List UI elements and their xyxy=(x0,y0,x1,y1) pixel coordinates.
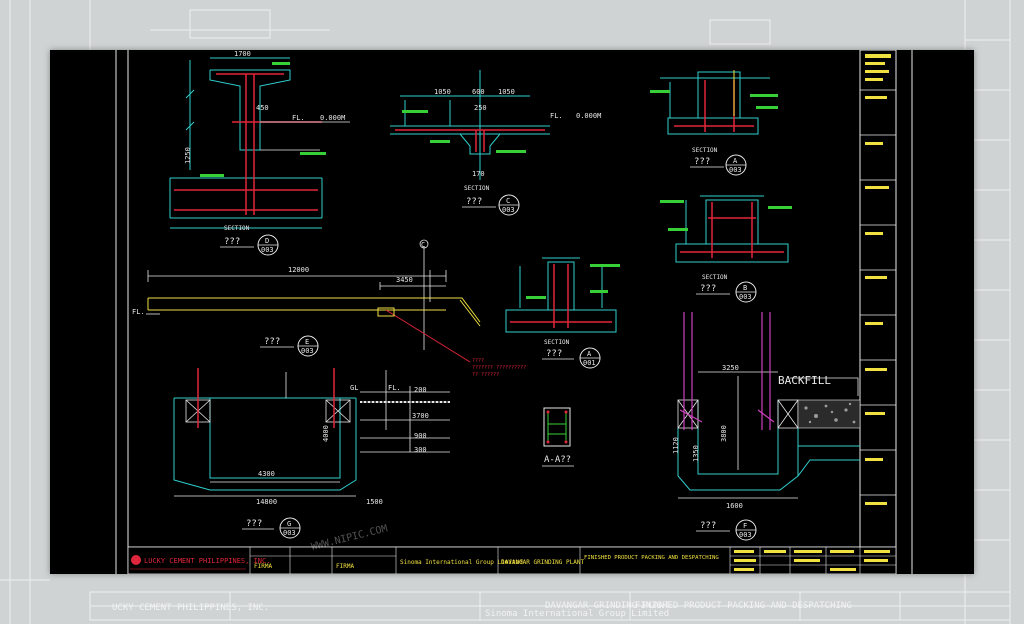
title-block: LUCKY CEMENT PHILIPPINES, INC. FIRMA FIR… xyxy=(127,546,897,574)
dim-3700: 3700 xyxy=(412,412,429,420)
red-note-1: ???? xyxy=(472,358,484,364)
dim-1700: 1700 xyxy=(234,50,251,58)
dim-300: 300 xyxy=(414,446,427,454)
title-cell-2: FIRMA xyxy=(336,563,354,570)
section-g-drawing: GL FL. 200 3700 900 300 4300 4000 14800 … xyxy=(173,368,450,506)
section-g-letter: G xyxy=(287,520,291,528)
section-c-word: SECTION xyxy=(464,185,490,192)
section-a-001-title: SECTION ??? A 001 xyxy=(542,339,601,369)
detail-a-a-label: A-A?? xyxy=(544,455,571,465)
detail-a-a: A-A?? xyxy=(542,407,574,467)
section-d-sheet: 003 xyxy=(261,246,274,254)
dim-1050a: 1050 xyxy=(434,88,451,96)
section-a001-letter: A xyxy=(587,350,592,358)
red-note-3: ?? ?????? xyxy=(472,372,499,378)
fl-label-c: FL. xyxy=(550,112,563,120)
section-b-word: SECTION xyxy=(702,274,728,281)
company-logo xyxy=(131,555,141,565)
dim-1350: 1350 xyxy=(692,445,700,462)
dim-3800: 3800 xyxy=(720,425,728,442)
grid-marker-c: C xyxy=(421,241,425,249)
backfill-label: BACKFILL xyxy=(778,374,831,387)
red-note-2: ??????? ?????????? xyxy=(472,365,526,371)
section-d-title: SECTION ??? D 003 xyxy=(220,225,279,256)
section-a001-word: SECTION xyxy=(544,339,570,346)
section-f-sheet: 003 xyxy=(739,531,752,539)
section-a-upper-title: SECTION ??? A 003 xyxy=(690,147,747,176)
section-f-drawing: BACKFILL 3250 3800 1350 1120 1600 xyxy=(672,312,861,510)
revision-column xyxy=(859,50,897,548)
faded-company-name: UCKY CEMENT PHILIPPINES, INC. xyxy=(112,603,269,613)
dim-1500: 1500 xyxy=(366,498,383,506)
section-c-drawing: 1050 600 1050 250 170 FL. 0.000M xyxy=(390,70,601,180)
fl-label-g: FL. xyxy=(388,384,401,392)
dim-3250: 3250 xyxy=(722,364,739,372)
section-c-sheet: 003 xyxy=(502,206,515,214)
dim-1120: 1120 xyxy=(672,437,680,454)
section-b-drawing xyxy=(660,195,792,263)
section-d-letter: D xyxy=(265,237,269,245)
section-a-word: SECTION xyxy=(692,147,718,154)
section-a-sheet: 003 xyxy=(729,166,742,174)
faded-drawing-title: FINISHED PRODUCT PACKING AND DESPATCHING xyxy=(635,601,852,611)
section-b-title: SECTION ??? B 003 xyxy=(696,274,757,303)
fl-label-e: FL. xyxy=(132,308,145,316)
section-c-letter: C xyxy=(506,197,510,205)
company-name: LUCKY CEMENT PHILIPPINES, INC. xyxy=(144,557,270,565)
section-g-placeholder: ??? xyxy=(246,519,262,529)
section-d-word: SECTION xyxy=(224,225,250,232)
section-e-letter: E xyxy=(305,338,309,346)
dim-200: 200 xyxy=(414,386,427,394)
section-b-sheet: 003 xyxy=(739,293,752,301)
section-b-placeholder: ??? xyxy=(700,284,716,294)
dim-900: 900 xyxy=(414,432,427,440)
dim-170: 170 xyxy=(472,170,485,178)
section-f-placeholder: ??? xyxy=(700,521,716,531)
section-a-letter: A xyxy=(733,157,738,165)
dim-4000: 4000 xyxy=(322,425,330,442)
section-g-sheet: 003 xyxy=(283,529,296,537)
section-d-drawing: 1700 450 1250 FL. 0.000M xyxy=(169,50,350,229)
section-a-001-drawing xyxy=(505,257,620,333)
dim-14800: 14800 xyxy=(256,498,277,506)
section-f-title: ??? F 003 xyxy=(696,519,757,541)
fl-level-d: 0.000M xyxy=(320,114,345,122)
dim-1250: 1250 xyxy=(184,147,192,164)
dim-1600: 1600 xyxy=(726,502,743,510)
title-cell-1: FIRMA xyxy=(254,563,272,570)
section-a-placeholder: ??? xyxy=(694,157,710,167)
section-e-placeholder: ??? xyxy=(264,337,280,347)
section-e-sheet: 003 xyxy=(301,347,314,355)
section-e-title: ??? E 003 xyxy=(260,335,319,357)
dim-450: 450 xyxy=(256,104,269,112)
section-c-placeholder: ??? xyxy=(466,197,482,207)
section-a001-sheet: 001 xyxy=(583,359,596,367)
section-a001-placeholder: ??? xyxy=(546,349,562,359)
dim-1050b: 1050 xyxy=(498,88,515,96)
drawing-title: FINISHED PRODUCT PACKING AND DESPATCHING xyxy=(584,555,719,561)
section-f-letter: F xyxy=(743,522,747,530)
dim-4300: 4300 xyxy=(258,470,275,478)
dim-12000: 12000 xyxy=(288,266,309,274)
section-g-title: ??? G 003 xyxy=(242,517,301,539)
structural-drawing-sheet: 1700 450 1250 FL. 0.000M SECTION ??? D 0… xyxy=(115,50,913,574)
dim-600: 600 xyxy=(472,88,485,96)
section-a-upper-drawing xyxy=(650,70,778,135)
section-b-letter: B xyxy=(743,284,747,292)
section-d-placeholder: ??? xyxy=(224,237,240,247)
cad-drawing-viewport: 1700 450 1250 FL. 0.000M SECTION ??? D 0… xyxy=(50,50,974,574)
plant-name: DAVANGAR GRINDING PLANT xyxy=(501,559,584,566)
fl-level-c: 0.000M xyxy=(576,112,601,120)
section-c-title: SECTION ??? C 003 xyxy=(462,185,520,216)
section-e-drawing: 12000 3450 FL. C ???? ??????? ??????????… xyxy=(132,239,526,378)
fl-label-d: FL. xyxy=(292,114,305,122)
sheet-frame xyxy=(115,50,913,574)
gl-label: GL xyxy=(350,384,358,392)
dim-3450: 3450 xyxy=(396,276,413,284)
dim-250: 250 xyxy=(474,104,487,112)
